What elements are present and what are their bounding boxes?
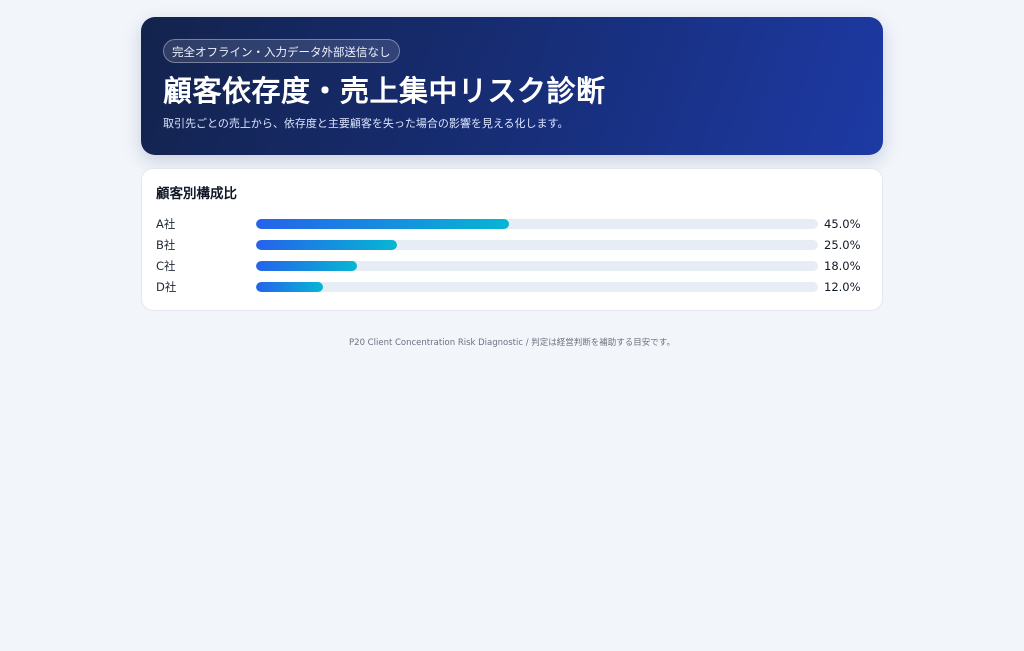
- share-bar-fill: [256, 239, 397, 250]
- page-title: 顧客依存度・売上集中リスク診断: [163, 74, 606, 108]
- share-bar-fill: [256, 281, 324, 292]
- client-label: B社: [156, 237, 176, 252]
- share-bar-track: [256, 281, 818, 292]
- offline-badge: 完全オフライン・入力データ外部送信なし: [163, 39, 400, 63]
- client-row: A社 45.0%: [156, 213, 868, 234]
- composition-title: 顧客別構成比: [156, 186, 237, 202]
- client-label: D社: [156, 279, 177, 294]
- share-bar-track: [256, 218, 818, 229]
- share-value: 25.0%: [824, 237, 861, 252]
- composition-card: 顧客別構成比 A社 45.0% B社 25.0% C社 18.0% D社 12.…: [141, 168, 883, 311]
- share-value: 12.0%: [824, 279, 861, 294]
- share-bar-track: [256, 260, 818, 271]
- client-row: B社 25.0%: [156, 234, 868, 255]
- client-row: D社 12.0%: [156, 276, 868, 297]
- share-bar-fill: [256, 218, 509, 229]
- share-value: 18.0%: [824, 258, 861, 273]
- client-row: C社 18.0%: [156, 255, 868, 276]
- share-bar-track: [256, 239, 818, 250]
- client-label: A社: [156, 216, 176, 231]
- page-subtitle: 取引先ごとの売上から、依存度と主要顧客を失った場合の影響を見える化します。: [163, 117, 569, 130]
- hero-banner: 完全オフライン・入力データ外部送信なし 顧客依存度・売上集中リスク診断 取引先ご…: [141, 17, 883, 155]
- share-bar-fill: [256, 260, 358, 271]
- footer-note: P20 Client Concentration Risk Diagnostic…: [349, 338, 675, 348]
- share-value: 45.0%: [824, 216, 861, 231]
- client-label: C社: [156, 258, 176, 273]
